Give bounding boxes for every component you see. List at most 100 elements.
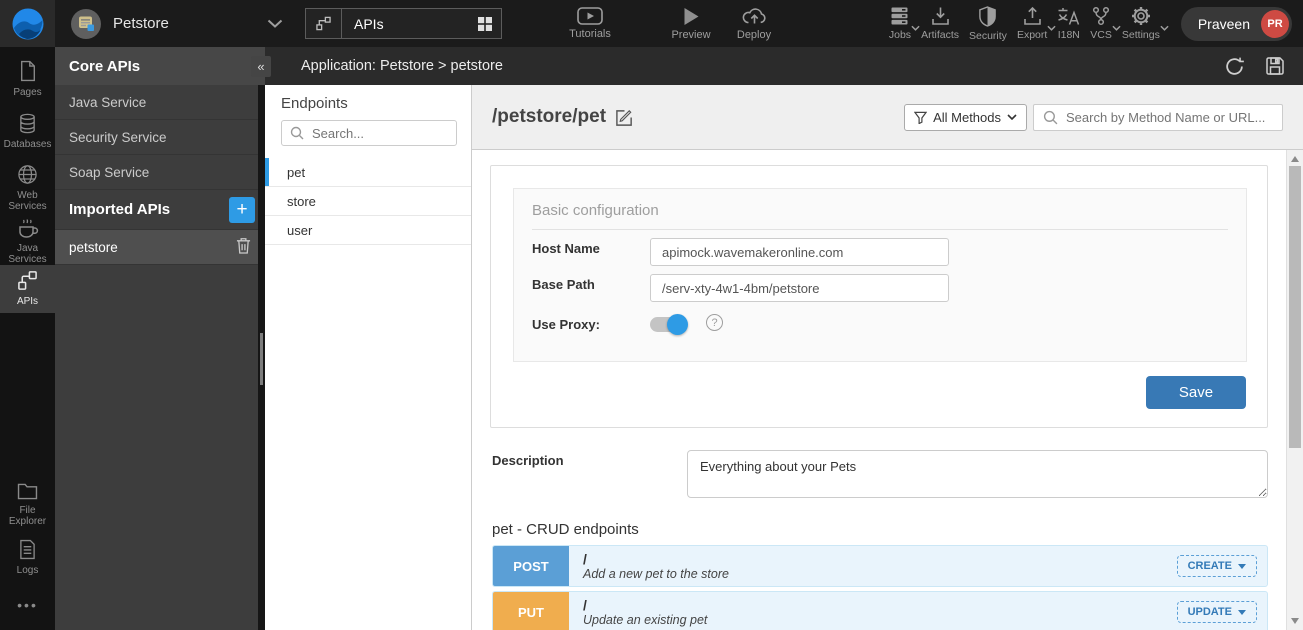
filter-icon (914, 111, 927, 124)
basic-config-panel: Basic configuration Host Name Base Path … (513, 188, 1247, 362)
tutorials-icon (577, 7, 603, 25)
project-name: Petstore (113, 15, 169, 32)
description-label: Description (492, 453, 564, 468)
jobs-icon (889, 6, 910, 26)
endpoints-panel: Endpoints pet store user (265, 85, 472, 630)
endpoint-item-user[interactable]: user (265, 216, 471, 245)
search-icon (290, 126, 304, 145)
sidebar-item-pages[interactable]: Pages (0, 55, 55, 102)
endpoint-item-pet[interactable]: pet (265, 158, 471, 187)
settings-button[interactable]: Settings (1117, 6, 1165, 41)
vertical-scrollbar[interactable] (1286, 150, 1303, 630)
top-bar: Petstore APIs (0, 0, 1303, 47)
divider (532, 229, 1228, 230)
project-selector[interactable]: Petstore (71, 9, 283, 39)
apis-node-icon (306, 9, 342, 38)
use-proxy-toggle[interactable] (650, 314, 688, 335)
collapse-sidebar-button[interactable]: « (251, 56, 271, 77)
crud-section-title: pet - CRUD endpoints (492, 521, 639, 538)
sidebar-item-web-services[interactable]: Web Services (0, 159, 55, 211)
sidebar-item-logs[interactable]: Logs (0, 534, 55, 580)
grid-icon[interactable] (477, 16, 493, 32)
sidebar-item-file-explorer[interactable]: File Explorer (0, 478, 55, 528)
main-content: Basic configuration Host Name Base Path … (472, 150, 1286, 630)
base-path-field[interactable] (650, 274, 949, 302)
save-button[interactable]: Save (1146, 376, 1246, 409)
endpoints-search-input[interactable] (281, 120, 457, 146)
endpoint-path: / (583, 597, 707, 613)
add-api-button[interactable]: + (229, 197, 255, 223)
sidenav-scrollbar[interactable] (258, 85, 265, 630)
endpoint-path: / (583, 551, 729, 567)
core-api-security-service[interactable]: Security Service (55, 120, 265, 155)
apis-node-icon (17, 270, 38, 291)
description-field[interactable] (687, 450, 1268, 498)
core-api-java-service[interactable]: Java Service (55, 85, 265, 120)
tutorials-button[interactable]: Tutorials (546, 7, 634, 40)
user-name: Praveen (1198, 16, 1250, 32)
trash-icon[interactable] (236, 237, 251, 257)
preview-button[interactable]: Preview (656, 7, 726, 41)
endpoint-item-store[interactable]: store (265, 187, 471, 216)
i18n-button[interactable]: I18N (1052, 6, 1085, 41)
app-switcher[interactable]: APIs (305, 8, 502, 39)
avatar: PR (1261, 10, 1289, 38)
artifacts-download-icon (930, 6, 951, 26)
export-button[interactable]: Export (1012, 6, 1052, 41)
main-header: /petstore/pet All Methods (472, 85, 1303, 150)
sidenav-scroll-thumb[interactable] (260, 333, 263, 385)
scroll-down-arrow[interactable] (1291, 618, 1299, 624)
host-name-label: Host Name (532, 241, 600, 256)
endpoints-title: Endpoints (265, 85, 471, 112)
project-icon (71, 9, 101, 39)
update-action-dropdown[interactable]: UPDATE (1177, 601, 1257, 623)
core-api-soap-service[interactable]: Soap Service (55, 155, 265, 190)
user-menu[interactable]: Praveen PR (1181, 7, 1292, 41)
topbar-tools: Jobs Artifacts Security Exp (884, 6, 1165, 42)
sidebar-item-databases[interactable]: Databases (0, 108, 55, 155)
help-icon[interactable]: ? (706, 314, 723, 331)
endpoint-row-put[interactable]: PUT / Update an existing pet UPDATE (492, 591, 1268, 630)
scroll-up-arrow[interactable] (1291, 156, 1299, 162)
jobs-button[interactable]: Jobs (884, 6, 916, 41)
save-project-button[interactable] (1265, 56, 1285, 76)
topbar-actions: Tutorials Preview Deploy (546, 6, 782, 41)
host-name-field[interactable] (650, 238, 949, 266)
method-badge: POST (493, 546, 569, 586)
endpoint-description: Add a new pet to the store (583, 567, 729, 582)
globe-icon (17, 164, 38, 185)
scroll-thumb[interactable] (1289, 166, 1301, 448)
sidebar-item-java-services[interactable]: Java Services (0, 213, 55, 265)
cloud-upload-icon (742, 6, 767, 26)
endpoint-row-post[interactable]: POST / Add a new pet to the store CREATE (492, 545, 1268, 587)
endpoints-search (281, 120, 457, 146)
core-apis-header: Core APIs (55, 47, 265, 85)
app-switcher-label: APIs (354, 16, 384, 32)
config-card: Basic configuration Host Name Base Path … (490, 165, 1268, 428)
imported-api-petstore[interactable]: petstore (55, 230, 265, 265)
wavemaker-logo[interactable] (0, 0, 55, 47)
more-options-button[interactable]: ••• (0, 595, 55, 615)
refresh-button[interactable] (1224, 56, 1245, 77)
base-path-label: Base Path (532, 277, 595, 292)
artifacts-button[interactable]: Artifacts (916, 6, 964, 41)
vcs-button[interactable]: VCS (1085, 6, 1117, 41)
edit-icon[interactable] (615, 108, 634, 127)
gear-icon (1131, 6, 1151, 26)
git-branch-icon (1091, 6, 1111, 26)
imported-apis-header: Imported APIs + (55, 190, 265, 230)
left-rail: Pages Databases Web Services Java Servic… (0, 47, 55, 630)
page-icon (19, 60, 37, 82)
use-proxy-label: Use Proxy: (532, 317, 600, 332)
caret-down-icon (1238, 564, 1246, 569)
sidebar-item-apis[interactable]: APIs (0, 265, 55, 313)
log-file-icon (19, 539, 36, 560)
methods-filter-dropdown[interactable]: All Methods (904, 104, 1027, 131)
security-button[interactable]: Security (964, 6, 1012, 42)
create-action-dropdown[interactable]: CREATE (1177, 555, 1257, 577)
wavemaker-studio: Petstore APIs (0, 0, 1303, 630)
chevron-down-icon (1007, 114, 1017, 120)
method-search-input[interactable] (1033, 104, 1283, 131)
deploy-button[interactable]: Deploy (726, 6, 782, 41)
export-upload-icon (1022, 6, 1043, 26)
